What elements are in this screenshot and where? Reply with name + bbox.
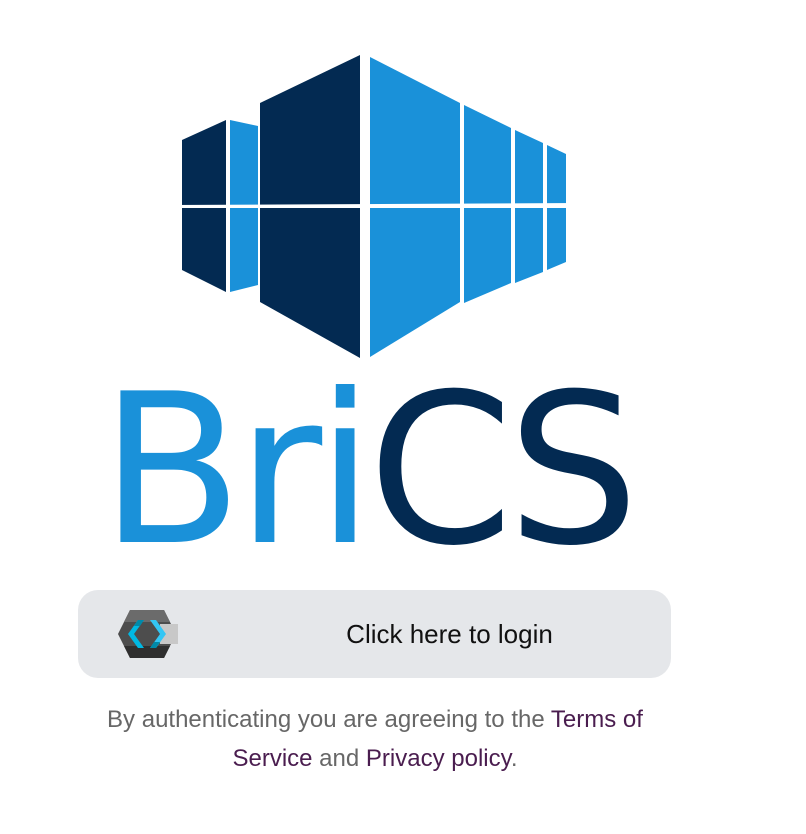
terms-notice: By authenticating you are agreeing to th… [70,700,680,778]
privacy-policy-link[interactable]: Privacy policy [366,745,511,772]
terms-prefix: By authenticating you are agreeing to th… [107,706,551,733]
brics-logo-icon [170,55,580,358]
wordmark-light: Bri [100,370,368,560]
terms-suffix: . [510,745,518,772]
brics-wordmark: BriCS [100,370,639,560]
login-button[interactable]: Click here to login [78,590,671,678]
terms-middle: and [312,745,366,772]
svg-text:BriCS: BriCS [100,370,633,560]
keycloak-icon [118,610,178,658]
wordmark-dark: CS [368,370,633,560]
login-page: BriCS Click here to login By authenticat… [0,0,806,834]
login-button-label: Click here to login [346,619,553,649]
